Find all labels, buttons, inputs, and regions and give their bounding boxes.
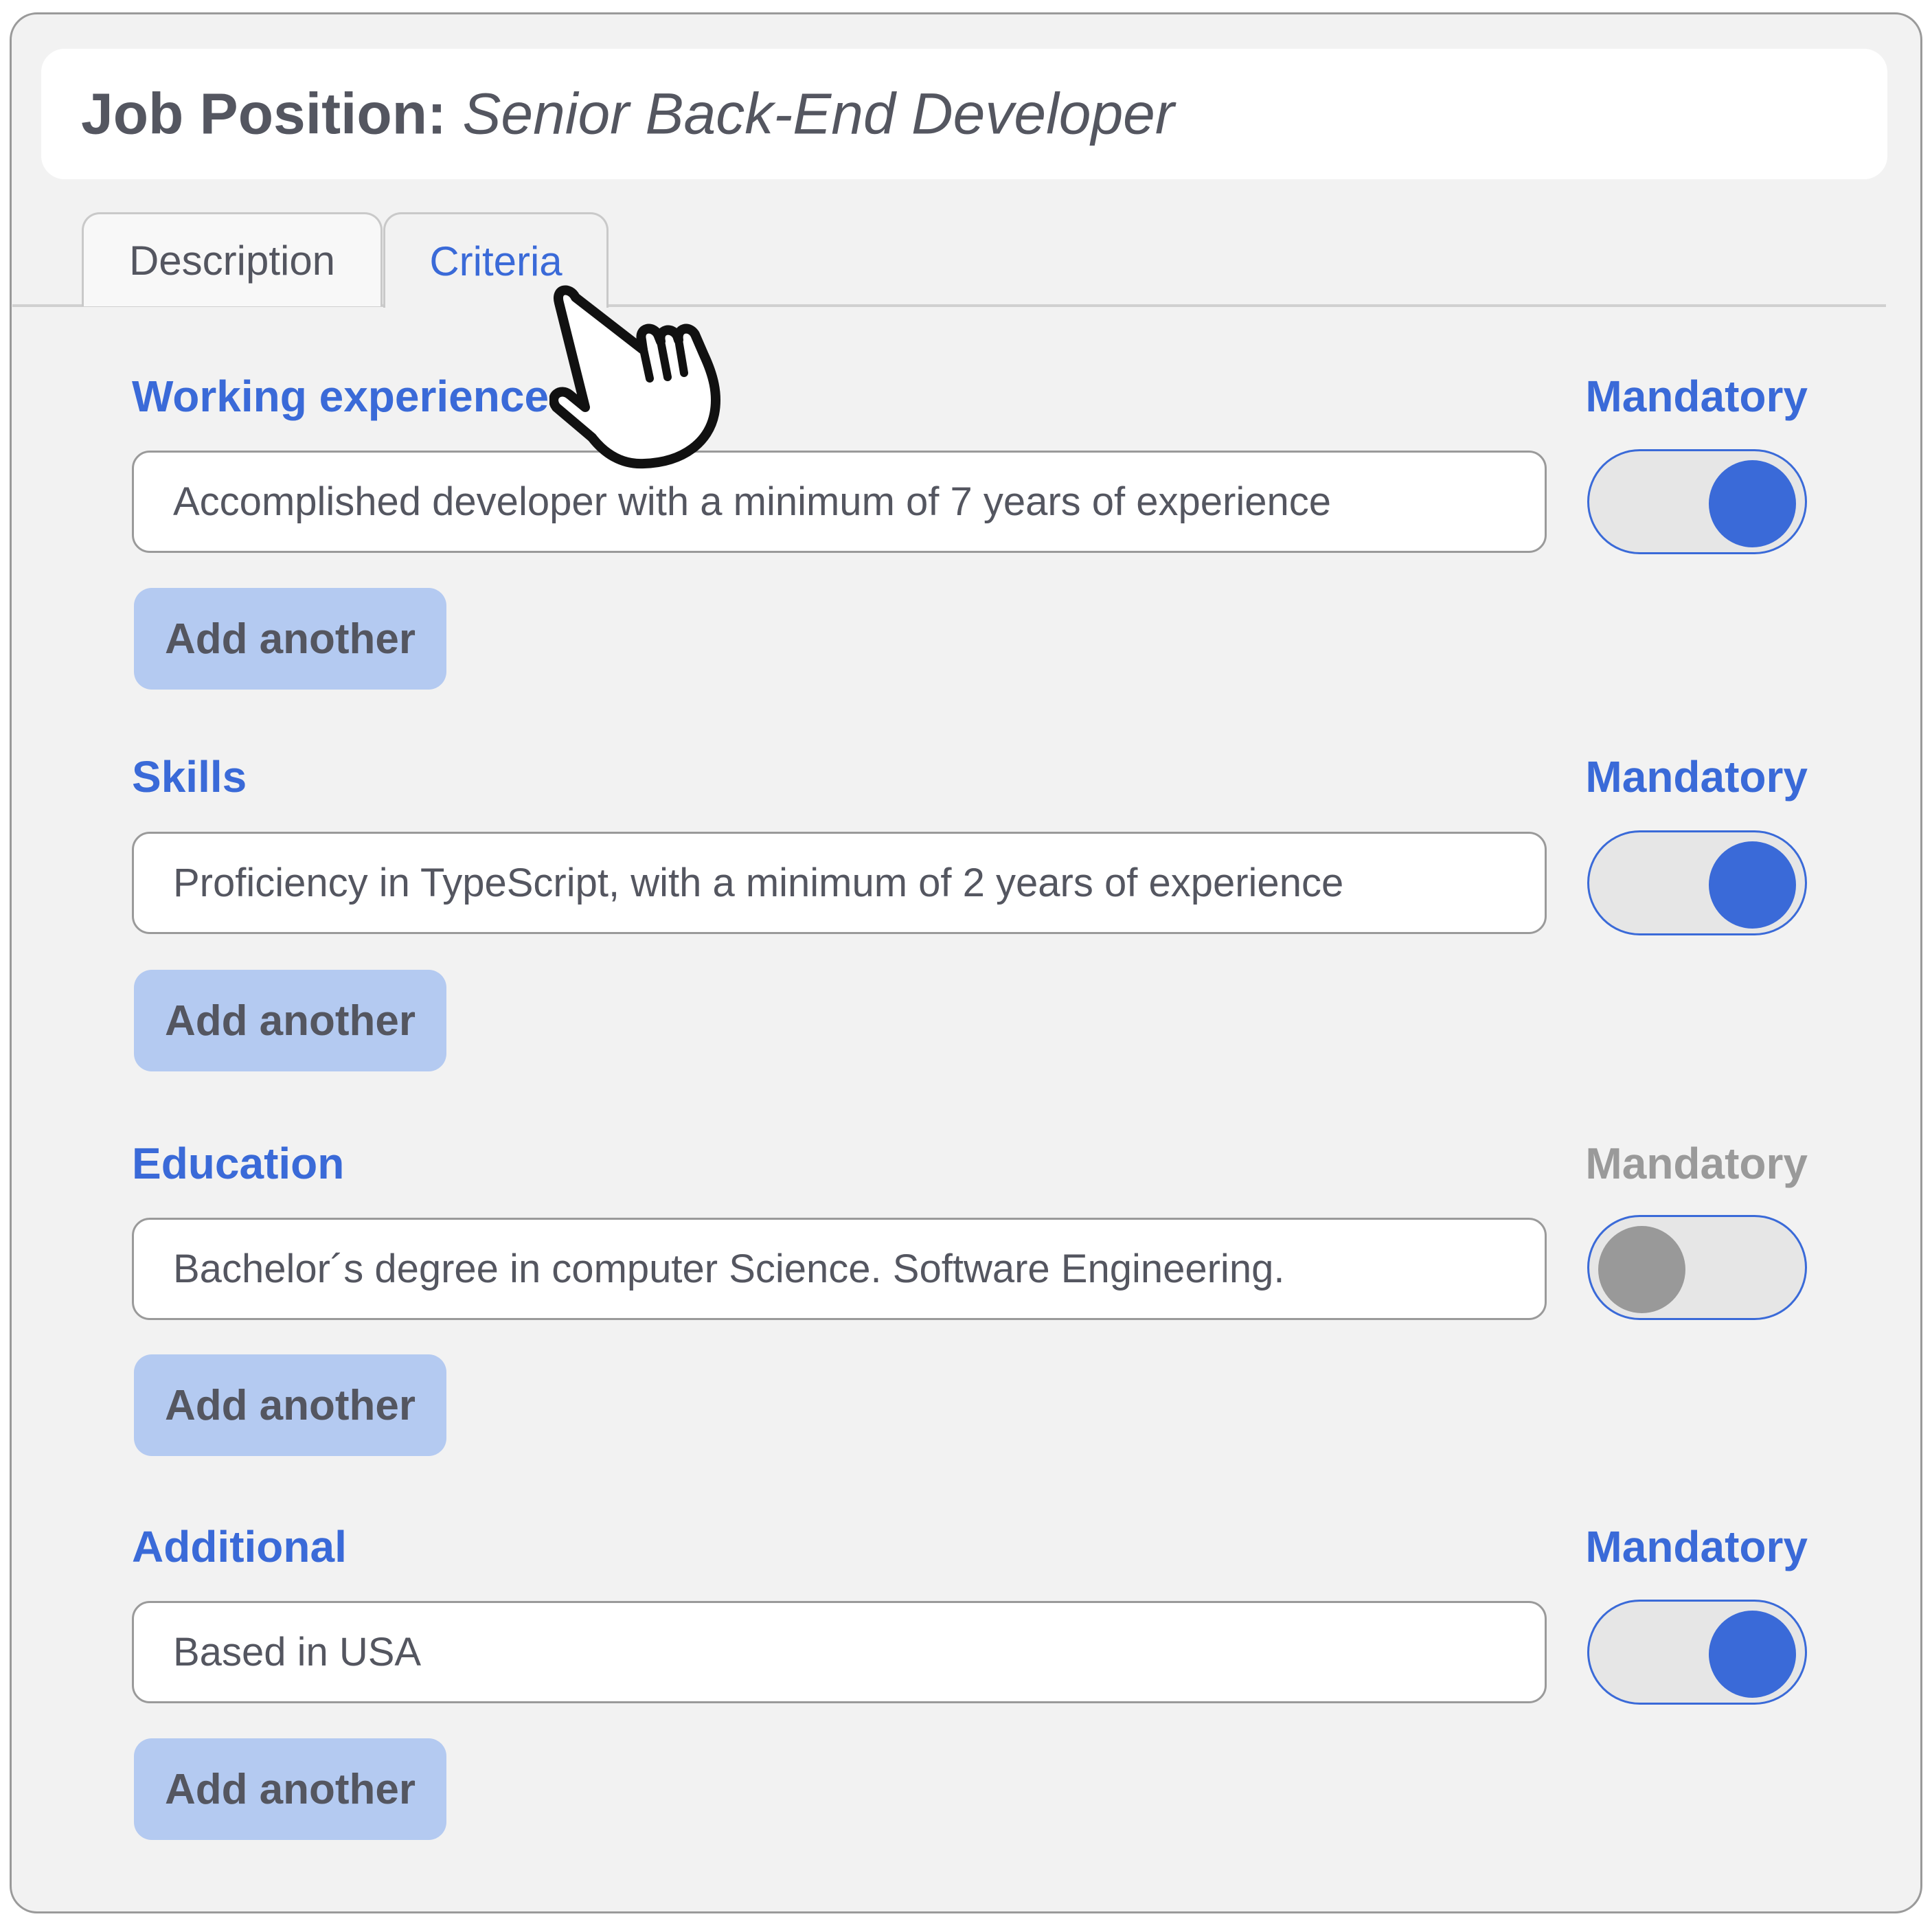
job-position-title: Senior Back-End Developer bbox=[462, 81, 1174, 146]
add-another-button-education[interactable]: Add another bbox=[134, 1354, 446, 1456]
page-title: Job Position: Senior Back-End Developer bbox=[81, 81, 1174, 148]
field-value: Bachelor´s degree in computer Science. S… bbox=[173, 1247, 1285, 1291]
mandatory-label: Mandatory bbox=[1585, 1139, 1808, 1188]
mandatory-label: Mandatory bbox=[1585, 372, 1808, 421]
job-position-prefix: Job Position: bbox=[81, 81, 446, 146]
toggle-knob bbox=[1598, 1226, 1685, 1313]
section-label-education: Education bbox=[132, 1139, 345, 1188]
mandatory-label: Mandatory bbox=[1585, 1522, 1808, 1571]
mandatory-toggle-education[interactable] bbox=[1587, 1215, 1807, 1320]
add-another-button-skills[interactable]: Add another bbox=[134, 970, 446, 1071]
toggle-knob bbox=[1709, 460, 1796, 547]
job-position-header: Job Position: Senior Back-End Developer bbox=[41, 49, 1887, 179]
tab-description[interactable]: Description bbox=[82, 212, 383, 306]
skills-field[interactable]: Proficiency in TypeScript, with a minimu… bbox=[132, 832, 1547, 934]
mandatory-toggle-skills[interactable] bbox=[1587, 830, 1807, 935]
section-label-working-experience: Working experience bbox=[132, 372, 549, 421]
add-another-button-working-experience[interactable]: Add another bbox=[134, 588, 446, 690]
toggle-knob bbox=[1709, 841, 1796, 929]
mandatory-toggle-working-experience[interactable] bbox=[1587, 449, 1807, 554]
section-label-skills: Skills bbox=[132, 752, 247, 802]
field-value: Based in USA bbox=[173, 1630, 422, 1674]
add-another-button-additional[interactable]: Add another bbox=[134, 1738, 446, 1840]
education-field[interactable]: Bachelor´s degree in computer Science. S… bbox=[132, 1218, 1547, 1320]
mandatory-toggle-additional[interactable] bbox=[1587, 1600, 1807, 1705]
tab-label: Description bbox=[128, 237, 336, 284]
toggle-knob bbox=[1709, 1611, 1796, 1698]
additional-field[interactable]: Based in USA bbox=[132, 1601, 1547, 1703]
working-experience-field[interactable]: Accomplished developer with a minimum of… bbox=[132, 451, 1547, 553]
section-label-additional: Additional bbox=[132, 1522, 347, 1571]
field-value: Accomplished developer with a minimum of… bbox=[173, 479, 1332, 524]
field-value: Proficiency in TypeScript, with a minimu… bbox=[173, 861, 1344, 905]
tab-label: Criteria bbox=[429, 238, 562, 284]
mandatory-label: Mandatory bbox=[1585, 752, 1808, 802]
hand-pointer-icon bbox=[549, 285, 720, 469]
